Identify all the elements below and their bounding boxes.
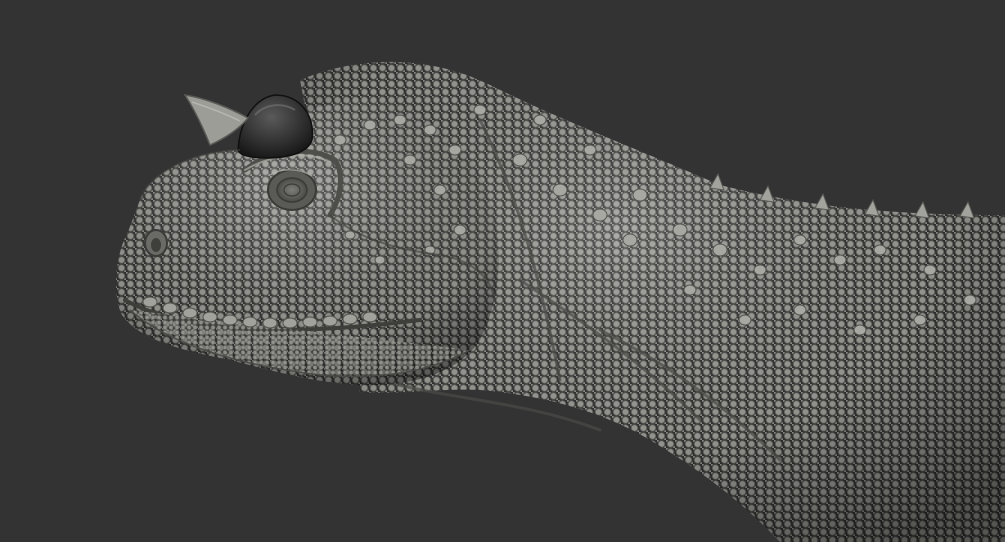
render-viewport: [0, 0, 1005, 542]
sculpt-render: [116, 61, 1005, 542]
nostril: [144, 229, 168, 257]
horn: [237, 94, 314, 159]
rear-horn: [183, 94, 250, 146]
eye: [267, 169, 317, 211]
